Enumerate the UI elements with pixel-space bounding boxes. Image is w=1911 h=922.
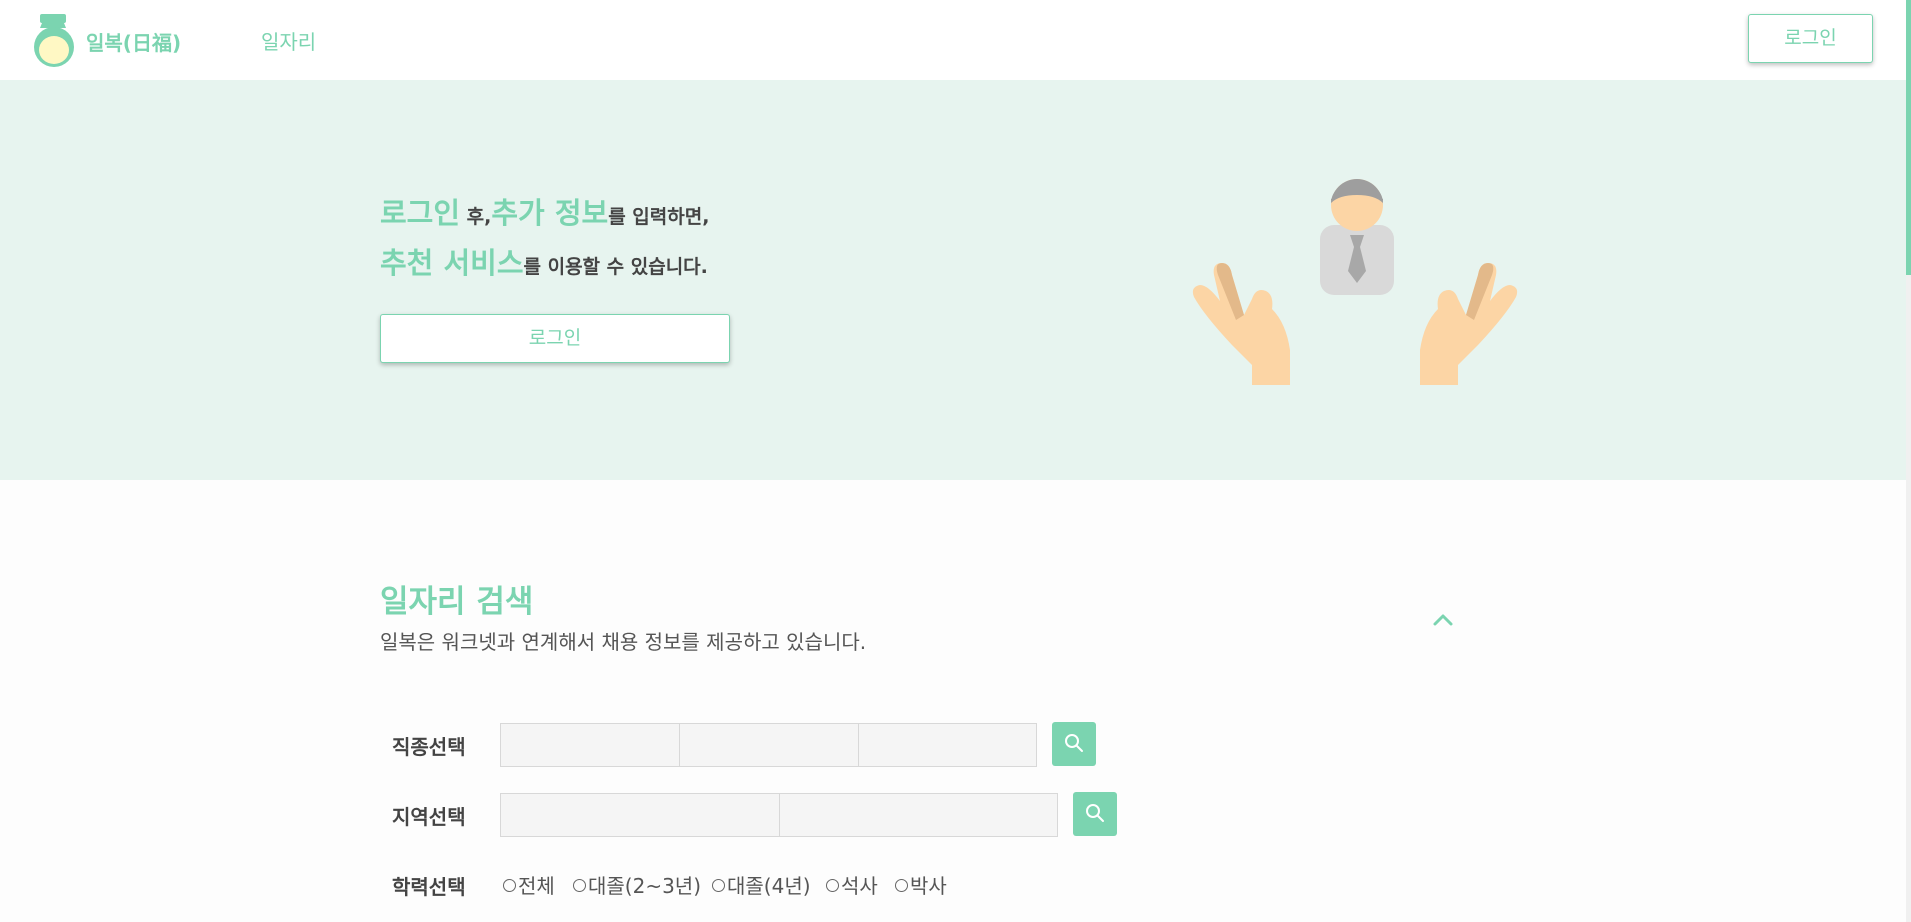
education-option-label: 석사 — [841, 874, 878, 898]
nav-jobs-link[interactable]: 일자리 — [261, 26, 316, 55]
education-option-all[interactable]: 전체 — [503, 870, 555, 899]
search-icon — [1065, 734, 1083, 752]
education-option-label: 박사 — [910, 874, 947, 898]
region-select-1[interactable] — [500, 793, 780, 837]
hero-banner: 로그인 후,추가 정보를 입력하면, 추천 서비스를 이용할 수 있습니다. 로… — [0, 80, 1911, 480]
search-section-title: 일자리 검색 — [380, 584, 534, 620]
region-select-2[interactable] — [779, 793, 1058, 837]
collapse-chevron-icon[interactable] — [1429, 606, 1457, 634]
radio-circle — [712, 879, 725, 892]
education-option-masters[interactable]: 석사 — [826, 870, 878, 899]
radio-circle — [826, 879, 839, 892]
header-login-button[interactable]: 로그인 — [1748, 14, 1873, 63]
page: 일복(日福) 일자리 로그인 로그인 후,추가 정보를 입력하면, 추천 서비스… — [0, 0, 1911, 922]
education-option-label: 전체 — [518, 874, 555, 898]
hero-text-after: 후, — [460, 206, 492, 228]
education-option-doctorate[interactable]: 박사 — [895, 870, 947, 899]
education-option-label: 대졸(4년) — [727, 874, 811, 898]
hero-text-input: 를 입력하면, — [608, 206, 710, 228]
hero-login-button[interactable]: 로그인 — [380, 314, 730, 363]
job-type-select-1[interactable] — [500, 723, 680, 767]
region-search-button[interactable] — [1073, 792, 1117, 836]
education-option-college-4[interactable]: 대졸(4년) — [712, 870, 811, 899]
hero-highlight-extra-info: 추가 정보 — [491, 196, 609, 230]
education-option-college-2-3[interactable]: 대졸(2~3년) — [573, 870, 701, 899]
region-label: 지역선택 — [392, 805, 466, 829]
job-type-label: 직종선택 — [392, 735, 466, 759]
scrollbar-thumb[interactable] — [1906, 0, 1911, 275]
education-label: 학력선택 — [392, 875, 466, 899]
job-type-select-2[interactable] — [679, 723, 859, 767]
helping-hands-illustration — [1192, 179, 1518, 385]
hero-line-2: 추천 서비스를 이용할 수 있습니다. — [380, 240, 708, 282]
radio-circle — [573, 879, 586, 892]
radio-circle — [895, 879, 908, 892]
search-section-description: 일복은 워크넷과 연계해서 채용 정보를 제공하고 있습니다. — [380, 630, 867, 654]
radio-circle — [503, 879, 516, 892]
job-type-search-button[interactable] — [1052, 722, 1096, 766]
job-type-select-3[interactable] — [858, 723, 1037, 767]
hero-text-use: 를 이용할 수 있습니다. — [523, 256, 708, 278]
logo-icon[interactable] — [28, 12, 88, 68]
hero-line-1: 로그인 후,추가 정보를 입력하면, — [380, 190, 709, 232]
top-header: 일복(日福) 일자리 로그인 — [0, 0, 1911, 80]
hero-highlight-recommend: 추천 서비스 — [380, 246, 524, 280]
hero-highlight-login: 로그인 — [380, 196, 461, 230]
search-icon — [1086, 804, 1104, 822]
education-option-label: 대졸(2~3년) — [588, 874, 702, 898]
brand-name[interactable]: 일복(日福) — [86, 27, 181, 56]
